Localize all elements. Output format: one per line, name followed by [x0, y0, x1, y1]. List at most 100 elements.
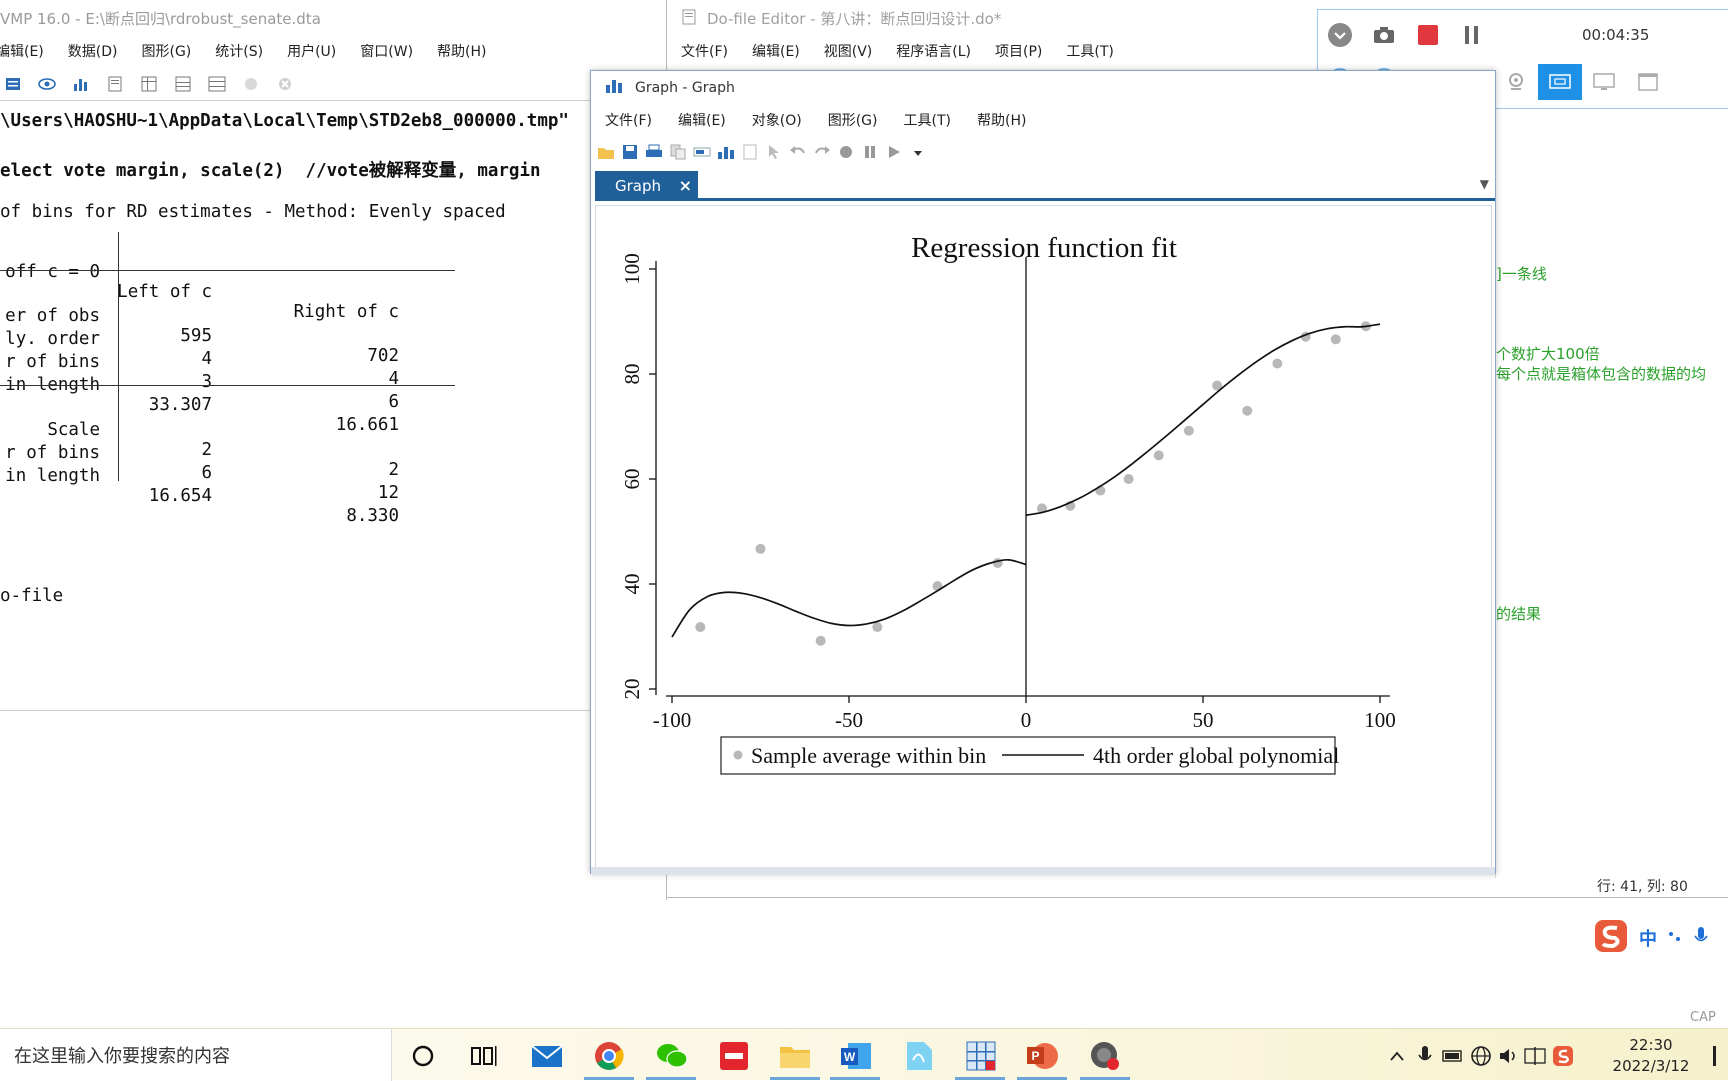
stata-menu-data[interactable]: 数据(D)	[56, 41, 130, 61]
x-tick-label: -50	[835, 708, 863, 732]
dofile-icon	[681, 9, 697, 29]
mail-app-icon[interactable]	[530, 1039, 564, 1073]
tab-dropdown-icon[interactable]: ▼	[1480, 177, 1489, 191]
graph-tabbar: Graph × ▼	[595, 171, 1495, 201]
graph-menu-graphics[interactable]: 图形(G)	[828, 110, 904, 130]
data-editor-icon[interactable]	[4, 75, 22, 93]
dofile-menu-view[interactable]: 视图(V)	[824, 41, 897, 61]
table-row: Scale 2 2	[0, 400, 455, 480]
viewer-eye-icon[interactable]	[38, 75, 56, 93]
dofile-menu-language[interactable]: 程序语言(L)	[896, 41, 995, 61]
save-icon[interactable]	[621, 143, 639, 161]
stop-record-button[interactable]	[1406, 17, 1450, 53]
chart-marks	[671, 257, 1381, 696]
dofile-menu-file[interactable]: 文件(F)	[681, 41, 752, 61]
record-icon[interactable]	[837, 143, 855, 161]
taskbar-search-input[interactable]: 在这里输入你要搜索的内容	[0, 1029, 392, 1081]
ime-toolbar: 中	[1593, 918, 1709, 958]
redo-icon[interactable]	[813, 143, 831, 161]
graph-window: Graph - Graph 文件(F) 编辑(E) 对象(O) 图形(G) 工具…	[590, 70, 1496, 875]
ime-lang-indicator[interactable]: 中	[1639, 925, 1657, 951]
screen-recorder-app-icon[interactable]	[1088, 1039, 1122, 1073]
pdf-app-icon[interactable]	[902, 1039, 936, 1073]
fullscreen-icon[interactable]	[1626, 64, 1670, 100]
stata-menu-statistics[interactable]: 统计(S)	[203, 41, 275, 61]
graph-menu-file[interactable]: 文件(F)	[605, 110, 678, 130]
system-clock[interactable]: 22:30 2022/3/12	[1606, 1035, 1696, 1077]
search-placeholder: 在这里输入你要搜索的内容	[14, 1046, 230, 1067]
pause-icon[interactable]	[861, 143, 879, 161]
stata-menu-user[interactable]: 用户(U)	[275, 41, 348, 61]
stata-app-icon[interactable]	[964, 1039, 998, 1073]
more-icon[interactable]	[242, 75, 260, 93]
result-path-line: \Users\HAOSHU~1\AppData\Local\Temp\STD2e…	[0, 111, 569, 131]
graph-menubar: 文件(F) 编辑(E) 对象(O) 图形(G) 工具(T) 帮助(H)	[591, 105, 1495, 135]
sogou-tray-icon[interactable]	[1546, 1039, 1580, 1073]
graph-menu-edit[interactable]: 编辑(E)	[678, 110, 752, 130]
task-view-icon[interactable]	[467, 1039, 501, 1073]
dofile-menu-project[interactable]: 项目(P)	[995, 41, 1066, 61]
play-icon[interactable]	[885, 143, 903, 161]
data-point	[1153, 450, 1164, 461]
print-icon[interactable]	[645, 143, 663, 161]
rename-icon[interactable]	[693, 143, 711, 161]
data-point	[1272, 358, 1283, 369]
svg-text:W: W	[844, 1050, 856, 1064]
y-tick-label: 60	[620, 469, 644, 490]
recorder-menu-button[interactable]	[1318, 17, 1362, 53]
wechat-icon[interactable]	[655, 1039, 689, 1073]
tab-graph-label: Graph	[615, 177, 662, 195]
do-file-icon[interactable]	[106, 75, 124, 93]
camera-icon[interactable]	[1362, 17, 1406, 53]
dofile-code-area[interactable]: ]一条线 个数扩大100倍 每个点就是箱体包含的数据的均 的结果	[1495, 108, 1728, 878]
dofile-menu-tools[interactable]: 工具(T)	[1066, 41, 1137, 61]
webcam-icon[interactable]	[1494, 64, 1538, 100]
copy-icon[interactable]	[669, 143, 687, 161]
graph-window-titlebar: Graph - Graph	[591, 71, 1495, 105]
table-icon[interactable]	[208, 75, 226, 93]
windows-taskbar: 在这里输入你要搜索的内容 W P 22:30 2022/3/12	[0, 1028, 1728, 1081]
dofile-menu-edit[interactable]: 编辑(E)	[752, 41, 824, 61]
break-icon[interactable]	[276, 75, 294, 93]
data-point	[872, 622, 883, 633]
sogou-logo-icon[interactable]	[1593, 918, 1629, 958]
play-dropdown-icon[interactable]	[909, 143, 927, 161]
monitor-icon[interactable]	[1582, 64, 1626, 100]
y-tick-label: 40	[620, 574, 644, 595]
voice-input-icon[interactable]	[1693, 925, 1709, 951]
pointer-icon[interactable]	[765, 143, 783, 161]
open-folder-icon[interactable]	[597, 143, 615, 161]
punctuation-icon[interactable]	[1667, 928, 1683, 948]
close-icon[interactable]: ×	[679, 176, 692, 195]
show-desktop-icon[interactable]	[1712, 1045, 1722, 1071]
x-tick-label: 0	[1021, 708, 1032, 732]
data-browser-icon[interactable]	[140, 75, 158, 93]
stata-menu-edit[interactable]: 编辑(E)	[0, 41, 56, 61]
word-icon[interactable]: W	[839, 1039, 873, 1073]
svg-text:P: P	[1031, 1049, 1039, 1063]
screen-region-icon[interactable]	[1538, 64, 1582, 100]
graph-menu-tools[interactable]: 工具(T)	[904, 110, 977, 130]
object-browser-icon[interactable]	[741, 143, 759, 161]
pause-record-button[interactable]	[1450, 17, 1494, 53]
x-tick-label: 100	[1364, 708, 1396, 732]
graph-canvas: Regression function fit -100 -50 0 50 100 20 4…	[595, 205, 1492, 869]
graph-bar-icon[interactable]	[72, 75, 90, 93]
polynomial-fit-line	[671, 558, 1027, 638]
stata-menu-graphics[interactable]: 图形(G)	[130, 41, 204, 61]
stata-menu-window[interactable]: 窗口(W)	[348, 41, 425, 61]
graph-menu-help[interactable]: 帮助(H)	[977, 110, 1052, 130]
variables-manager-icon[interactable]	[174, 75, 192, 93]
chrome-icon[interactable]	[592, 1039, 626, 1073]
cortana-icon[interactable]	[406, 1039, 440, 1073]
youdao-icon[interactable]	[717, 1039, 751, 1073]
data-point	[695, 622, 706, 633]
file-explorer-icon[interactable]	[778, 1039, 812, 1073]
stata-menu-help[interactable]: 帮助(H)	[425, 41, 498, 61]
undo-icon[interactable]	[789, 143, 807, 161]
tab-graph[interactable]: Graph ×	[595, 171, 698, 201]
graph-editor-icon[interactable]	[717, 143, 735, 161]
graph-menu-object[interactable]: 对象(O)	[752, 110, 828, 130]
powerpoint-icon[interactable]: P	[1025, 1039, 1059, 1073]
legend-label-points: Sample average within bin	[751, 743, 986, 768]
